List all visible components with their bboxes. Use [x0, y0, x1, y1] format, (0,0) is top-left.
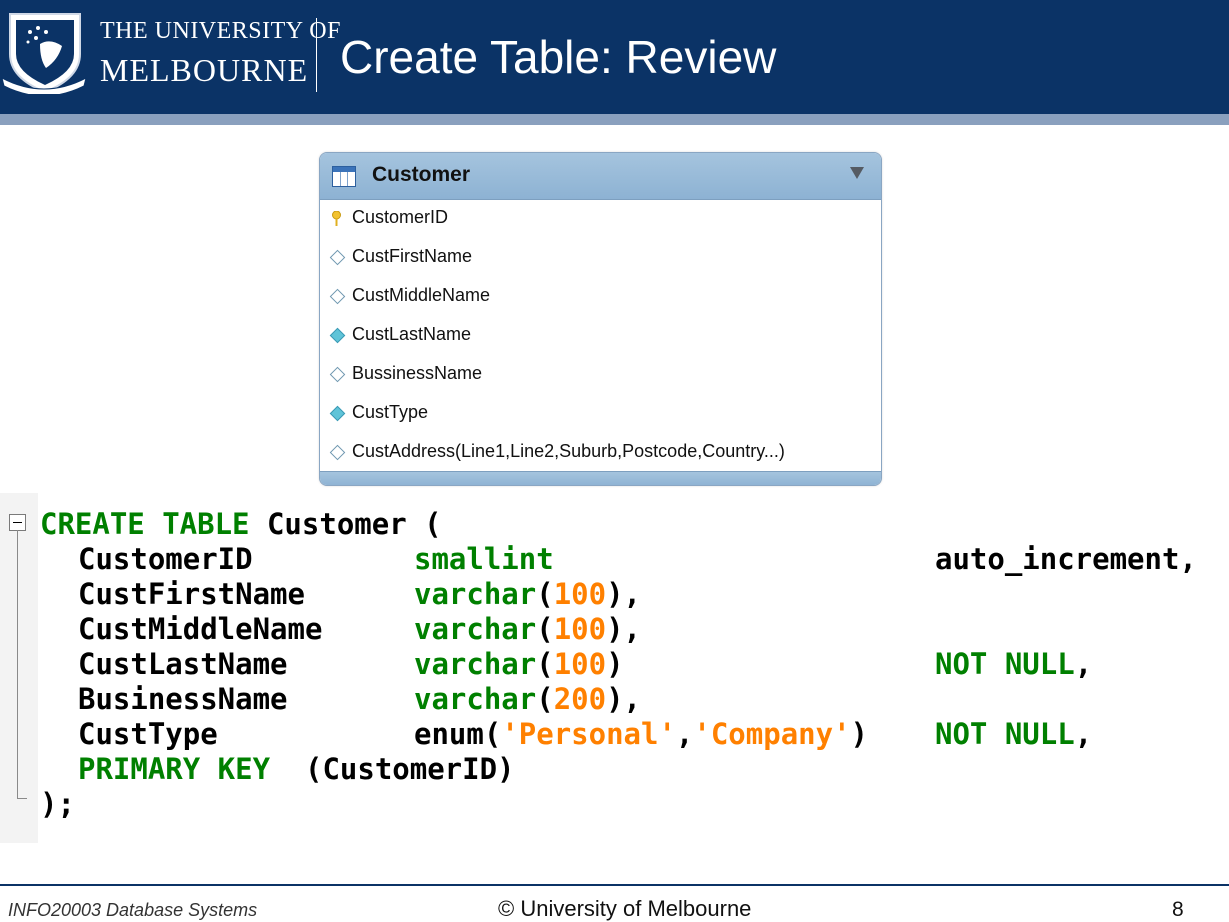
sql-text: Customer (	[249, 507, 442, 541]
footer-copyright: © University of Melbourne	[498, 896, 752, 921]
diamond-outline-icon	[329, 366, 346, 383]
diamond-outline-icon	[329, 444, 346, 461]
er-table-customer[interactable]: Customer CustomerID CustFirstName CustMi…	[319, 152, 882, 486]
diamond-outline-icon	[329, 249, 346, 266]
fold-line	[17, 530, 18, 798]
sql-keyword: CREATE TABLE	[40, 507, 250, 541]
header-stripe	[0, 114, 1229, 125]
code-line-close: );	[40, 787, 75, 821]
er-column-label: CustLastName	[352, 324, 472, 344]
university-name-line2: MELBOURNE	[100, 52, 309, 88]
code-column-type-expr: enum('Personal','Company')	[414, 717, 868, 751]
er-column[interactable]: BussinessName	[320, 355, 881, 394]
slide-header: THE UNIVERSITY OF MELBOURNE Create Table…	[0, 0, 1229, 114]
code-column-name: CustLastName	[78, 647, 288, 681]
code-column-name: BusinessName	[78, 682, 288, 716]
university-crest-icon	[1, 13, 87, 94]
footer-rule	[0, 884, 1229, 886]
code-column-name: CustMiddleName	[78, 612, 323, 646]
key-icon	[332, 211, 341, 226]
code-line-create: CREATE TABLE Customer (	[40, 507, 442, 542]
er-column[interactable]: CustFirstName	[320, 238, 881, 277]
er-column[interactable]: CustMiddleName	[320, 277, 881, 316]
header-divider	[316, 18, 317, 92]
er-column-label: CustAddress(Line1,Line2,Suburb,Postcode,…	[352, 441, 785, 461]
code-line-primary-key: PRIMARY KEY (CustomerID)	[78, 752, 515, 786]
collapse-toggle-icon[interactable]	[9, 514, 26, 531]
code-column-type: smallint	[414, 542, 554, 576]
code-constraint: NOT NULL,	[935, 647, 1093, 681]
code-column-suffix: auto_increment,	[935, 542, 1197, 576]
dropdown-arrow-icon[interactable]	[850, 167, 864, 179]
code-column-type-expr: varchar(200),	[414, 682, 642, 716]
diamond-filled-icon	[329, 405, 346, 422]
code-column-name: CustFirstName	[78, 577, 305, 611]
er-column[interactable]: CustLastName	[320, 316, 881, 355]
er-table-header[interactable]: Customer	[320, 153, 881, 200]
er-table-footer	[320, 471, 881, 485]
er-table-title: Customer	[372, 163, 471, 186]
er-column-label: CustomerID	[352, 207, 449, 227]
fold-end	[17, 798, 27, 799]
er-column-label: CustMiddleName	[352, 285, 491, 305]
code-column-type-expr: varchar(100)	[414, 647, 624, 681]
page-number: 8	[1172, 898, 1184, 921]
slide-title: Create Table: Review	[340, 31, 777, 83]
diamond-outline-icon	[329, 288, 346, 305]
er-column-label: CustFirstName	[352, 246, 473, 266]
diamond-filled-icon	[329, 327, 346, 344]
code-column-type-expr: varchar(100),	[414, 577, 642, 611]
table-icon	[332, 166, 356, 187]
er-column-label: CustType	[352, 402, 429, 422]
er-column[interactable]: CustAddress(Line1,Line2,Suburb,Postcode,…	[320, 433, 881, 472]
code-constraint: NOT NULL,	[935, 717, 1093, 751]
footer-course: INFO20003 Database Systems	[8, 900, 258, 920]
er-column[interactable]: CustType	[320, 394, 881, 433]
code-gutter	[0, 493, 38, 843]
code-column-name: CustomerID	[78, 542, 253, 576]
university-name-line1: THE UNIVERSITY OF	[100, 18, 341, 44]
code-column-name: CustType	[78, 717, 218, 751]
er-column[interactable]: CustomerID	[320, 199, 881, 238]
sql-code-block: CREATE TABLE Customer ( CustomerID small…	[0, 493, 1229, 843]
er-column-label: BussinessName	[352, 363, 483, 383]
code-column-type-expr: varchar(100),	[414, 612, 642, 646]
